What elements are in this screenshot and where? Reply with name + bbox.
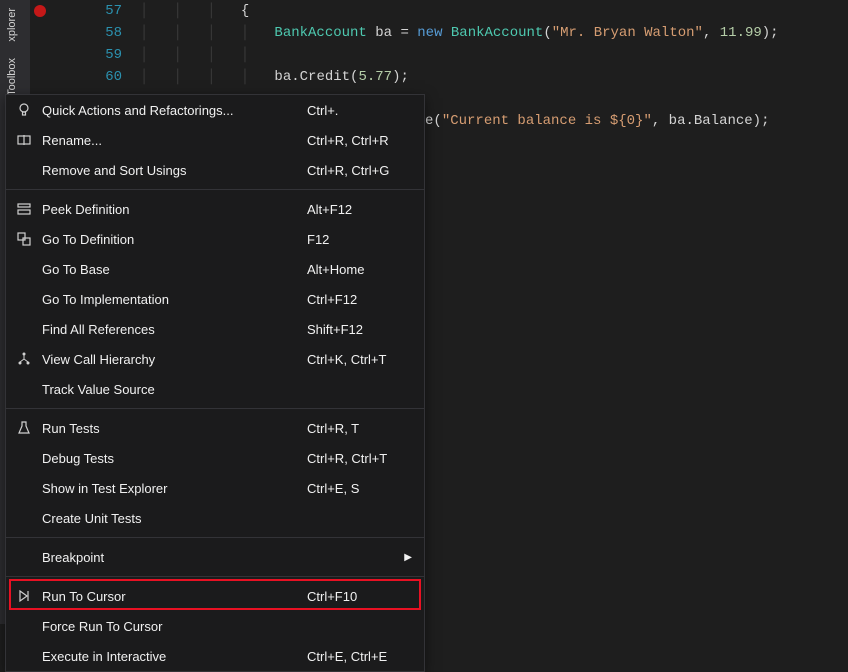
hierarchy-icon	[10, 351, 38, 367]
line-number: 58	[50, 25, 140, 41]
peek-icon	[10, 201, 38, 217]
line-number: 59	[50, 47, 140, 63]
menu-label: View Call Hierarchy	[38, 352, 307, 367]
menu-item-view-call-hierarchy[interactable]: View Call HierarchyCtrl+K, Ctrl+T	[6, 344, 424, 374]
submenu-arrow-icon: ▶	[404, 552, 412, 563]
menu-item-track-value-source[interactable]: Track Value Source	[6, 374, 424, 404]
menu-label: Go To Base	[38, 262, 307, 277]
menu-label: Show in Test Explorer	[38, 481, 307, 496]
code-line[interactable]: │ │ │ │ ba.Credit(5.77);	[140, 66, 779, 88]
goto-icon	[10, 231, 38, 247]
code-area[interactable]: │ │ │ { │ │ │ │ BankAccount ba = new Ban…	[140, 0, 779, 88]
context-menu: Quick Actions and Refactorings...Ctrl+.R…	[5, 94, 425, 672]
menu-item-run-to-cursor[interactable]: Run To CursorCtrl+F10	[6, 581, 424, 611]
gutter-row[interactable]: 59	[30, 44, 140, 66]
menu-label: Debug Tests	[38, 451, 307, 466]
line-number: 60	[50, 69, 140, 85]
menu-item-find-all-references[interactable]: Find All ReferencesShift+F12	[6, 314, 424, 344]
menu-separator	[6, 537, 424, 538]
menu-label: Remove and Sort Usings	[38, 163, 307, 178]
gutter-row[interactable]: 58	[30, 22, 140, 44]
menu-label: Run Tests	[38, 421, 307, 436]
menu-item-rename[interactable]: Rename...Ctrl+R, Ctrl+R	[6, 125, 424, 155]
menu-item-go-to-implementation[interactable]: Go To ImplementationCtrl+F12	[6, 284, 424, 314]
menu-shortcut: Ctrl+F12	[307, 292, 412, 307]
menu-shortcut: Ctrl+F10	[307, 589, 412, 604]
menu-shortcut: F12	[307, 232, 412, 247]
menu-item-peek-definition[interactable]: Peek DefinitionAlt+F12	[6, 194, 424, 224]
menu-label: Peek Definition	[38, 202, 307, 217]
menu-shortcut: Ctrl+K, Ctrl+T	[307, 352, 412, 367]
menu-item-create-unit-tests[interactable]: Create Unit Tests	[6, 503, 424, 533]
menu-shortcut: Ctrl+E, Ctrl+E	[307, 649, 412, 664]
line-number: 57	[50, 3, 140, 19]
menu-label: Execute in Interactive	[38, 649, 307, 664]
code-line[interactable]: │ │ │ │ BankAccount ba = new BankAccount…	[140, 22, 779, 44]
menu-item-run-tests[interactable]: Run TestsCtrl+R, T	[6, 413, 424, 443]
menu-item-breakpoint[interactable]: Breakpoint▶	[6, 542, 424, 572]
rename-icon	[10, 132, 38, 148]
menu-shortcut: Ctrl+R, Ctrl+R	[307, 133, 412, 148]
sidetab-explorer[interactable]: xplorer	[0, 0, 24, 50]
menu-label: Quick Actions and Refactorings...	[38, 103, 307, 118]
menu-label: Breakpoint	[38, 550, 404, 565]
code-line-partial[interactable]: e("Current balance is ${0}", ba.Balance)…	[425, 110, 769, 132]
bulb-icon	[10, 102, 38, 118]
runtocursor-icon	[10, 588, 38, 604]
menu-separator	[6, 189, 424, 190]
menu-separator	[6, 576, 424, 577]
menu-shortcut: Ctrl+R, Ctrl+T	[307, 451, 412, 466]
menu-shortcut: Shift+F12	[307, 322, 412, 337]
menu-item-execute-in-interactive[interactable]: Execute in InteractiveCtrl+E, Ctrl+E	[6, 641, 424, 671]
code-line[interactable]: │ │ │ {	[140, 0, 779, 22]
menu-shortcut: Alt+Home	[307, 262, 412, 277]
menu-item-go-to-base[interactable]: Go To BaseAlt+Home	[6, 254, 424, 284]
flask-icon	[10, 420, 38, 436]
menu-label: Force Run To Cursor	[38, 619, 307, 634]
menu-item-go-to-definition[interactable]: Go To DefinitionF12	[6, 224, 424, 254]
gutter: 57 58 59 60	[30, 0, 140, 88]
menu-shortcut: Ctrl+R, T	[307, 421, 412, 436]
menu-label: Run To Cursor	[38, 589, 307, 604]
code-line[interactable]: │ │ │ │	[140, 44, 779, 66]
menu-label: Track Value Source	[38, 382, 307, 397]
menu-shortcut: Ctrl+.	[307, 103, 412, 118]
menu-label: Rename...	[38, 133, 307, 148]
gutter-row[interactable]: 57	[30, 0, 140, 22]
menu-shortcut: Ctrl+R, Ctrl+G	[307, 163, 412, 178]
menu-shortcut: Alt+F12	[307, 202, 412, 217]
menu-label: Go To Definition	[38, 232, 307, 247]
menu-item-show-in-test-explorer[interactable]: Show in Test ExplorerCtrl+E, S	[6, 473, 424, 503]
menu-item-debug-tests[interactable]: Debug TestsCtrl+R, Ctrl+T	[6, 443, 424, 473]
menu-item-force-run-to-cursor[interactable]: Force Run To Cursor	[6, 611, 424, 641]
gutter-row[interactable]: 60	[30, 66, 140, 88]
menu-separator	[6, 408, 424, 409]
menu-label: Find All References	[38, 322, 307, 337]
menu-shortcut: Ctrl+E, S	[307, 481, 412, 496]
menu-label: Go To Implementation	[38, 292, 307, 307]
menu-label: Create Unit Tests	[38, 511, 307, 526]
menu-item-quick-actions-and-refactorings[interactable]: Quick Actions and Refactorings...Ctrl+.	[6, 95, 424, 125]
menu-item-remove-and-sort-usings[interactable]: Remove and Sort UsingsCtrl+R, Ctrl+G	[6, 155, 424, 185]
breakpoint-icon[interactable]	[34, 5, 46, 17]
